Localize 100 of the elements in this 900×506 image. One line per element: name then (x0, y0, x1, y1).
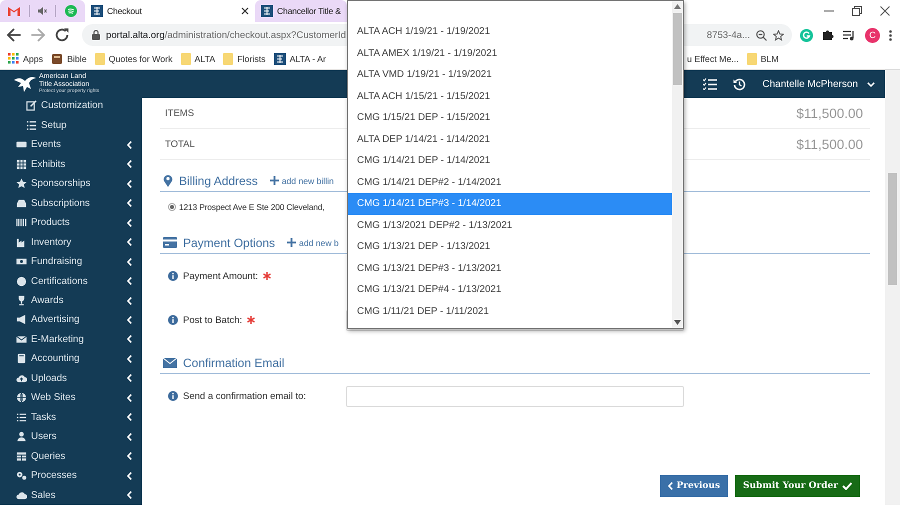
trophy-icon (16, 295, 27, 306)
sidebar-item[interactable]: Sponsorships (0, 174, 142, 194)
chevron-left-icon (127, 432, 132, 441)
user-icon (16, 431, 27, 442)
zoom-out-icon[interactable] (756, 30, 767, 40)
bookmark[interactable]: ALTA (180, 52, 216, 64)
field-label: Post to Batch: (183, 314, 242, 326)
bookmark[interactable]: Quotes for Work (94, 52, 173, 64)
back-arrow-icon[interactable] (6, 27, 22, 43)
mail-icon[interactable] (8, 6, 20, 16)
chevron-left-icon (127, 316, 132, 324)
bookmark[interactable]: BLM (746, 52, 779, 64)
scrollbar[interactable] (672, 1, 683, 328)
puzzle-icon[interactable] (822, 29, 834, 41)
list-icon (26, 120, 37, 131)
add-link[interactable]: add new billin (270, 176, 334, 186)
sidebar-item[interactable]: Accounting (0, 349, 142, 369)
history-icon[interactable] (733, 78, 746, 90)
map-pin-icon (163, 174, 173, 187)
tray-icon (16, 198, 27, 209)
dropdown-option[interactable]: ALTA ACH 1/19/21 - 1/19/2021 (348, 21, 672, 42)
dropdown-option[interactable]: CMG 1/13/21 DEP#3 - 1/13/2021 (348, 258, 672, 279)
scrollbar-thumb[interactable] (888, 173, 897, 285)
radio-button[interactable] (168, 203, 176, 211)
input-field[interactable] (346, 386, 684, 406)
dropdown-option[interactable]: CMG 1/11/21 DEP - 1/11/2021 (348, 300, 672, 322)
music-app-icon[interactable] (64, 5, 77, 17)
chevron-left-icon (127, 413, 132, 422)
dropdown-option[interactable]: CMG 1/14/21 DEP#2 - 1/14/2021 (348, 172, 672, 193)
user-menu[interactable]: Chantelle McPherson (762, 78, 875, 90)
sidebar-item[interactable]: Fundraising (0, 252, 142, 272)
bookmark[interactable]: Apps (8, 53, 44, 64)
order-amount: $11,500.00 (796, 106, 863, 120)
checklist-icon[interactable] (703, 78, 718, 90)
sidebar-item[interactable]: Queries (0, 446, 142, 466)
sidebar-item[interactable]: Setup (0, 115, 142, 135)
sidebar-item[interactable]: Certifications (0, 271, 142, 291)
browser-tab[interactable]: Chancellor Title & (255, 0, 347, 22)
folder-icon (180, 52, 191, 64)
sidebar-item[interactable]: Exhibits (0, 154, 142, 174)
address-text: 1213 Prospect Ave E Ste 200 Cleveland, (179, 202, 324, 212)
scrollbar-thumb[interactable] (673, 13, 682, 85)
scrollbar[interactable] (885, 70, 900, 505)
close-icon[interactable] (241, 7, 249, 15)
scroll-up-arrow-icon[interactable] (674, 4, 681, 9)
bookmark[interactable]: u Effect Me... (687, 54, 739, 64)
bookmark[interactable]: Bible (51, 52, 87, 64)
profile-avatar[interactable]: C (865, 28, 880, 42)
more-menu-icon[interactable] (889, 30, 892, 40)
plus-icon (287, 238, 296, 247)
order-amount: $11,500.00 (796, 136, 863, 152)
minimize-icon[interactable] (824, 10, 834, 12)
envelope-icon (16, 334, 27, 345)
speaker-icon[interactable] (38, 7, 47, 15)
sidebar-item[interactable]: Subscriptions (0, 193, 142, 213)
lock-icon (92, 30, 100, 40)
sidebar-item[interactable]: Processes (0, 466, 142, 486)
bookmark[interactable]: ALTA - Ar (274, 52, 326, 64)
order-label: TOTAL (165, 138, 195, 150)
dropdown-option[interactable]: ALTA DEP 1/14/21 - 1/14/2021 (348, 128, 672, 150)
restore-icon[interactable] (852, 6, 862, 16)
dropdown-option[interactable]: ALTA VMD 1/19/21 - 1/19/2021 (348, 64, 672, 86)
submit-button[interactable]: Submit Your Order (735, 475, 860, 497)
sidebar-item[interactable]: Sales (0, 486, 142, 506)
chevron-left-icon (668, 482, 673, 490)
chevron-left-icon (127, 180, 132, 188)
sidebar-item[interactable]: Web Sites (0, 388, 142, 408)
sidebar-item[interactable]: Advertising (0, 310, 142, 330)
chevron-left-icon (127, 277, 132, 286)
folder-icon (223, 52, 234, 64)
dropdown-option[interactable]: CMG 1/13/2021 DEP#2 - 1/13/2021 (348, 214, 672, 236)
sidebar-item[interactable]: Awards (0, 290, 142, 310)
dropdown-option[interactable]: ALTA ACH 1/15/21 - 1/15/2021 (348, 86, 672, 107)
sidebar-item[interactable]: Products (0, 212, 142, 232)
dropdown-option[interactable]: CMG 1/13/21 DEP#4 - 1/13/2021 (348, 279, 672, 300)
grid-icon (16, 158, 27, 170)
close-icon[interactable] (880, 6, 890, 16)
sidebar-item[interactable]: Tasks (0, 408, 142, 428)
sidebar-item[interactable]: Customization (0, 96, 142, 116)
add-link[interactable]: add new b (287, 238, 339, 248)
sidebar-item[interactable]: Events (0, 134, 142, 154)
previous-button[interactable]: Previous (660, 475, 728, 497)
dropdown-list[interactable] (347, 0, 684, 329)
reload-icon[interactable] (54, 27, 70, 43)
media-queue-icon[interactable] (843, 30, 856, 40)
info-icon (168, 271, 178, 281)
sidebar-item[interactable]: Uploads (0, 368, 142, 388)
sidebar-item[interactable]: Users (0, 427, 142, 447)
dropdown-option[interactable]: CMG 1/13/21 DEP - 1/13/2021 (348, 236, 672, 258)
scroll-down-arrow-icon[interactable] (674, 320, 681, 325)
dropdown-option[interactable]: ALTA AMEX 1/19/21 - 1/19/2021 (348, 42, 672, 64)
bookmark[interactable]: Florists (223, 52, 266, 64)
sidebar-item[interactable]: E-Marketing (0, 330, 142, 350)
sidebar-item[interactable]: Inventory (0, 232, 142, 252)
bars-icon (16, 217, 27, 228)
order-label: ITEMS (165, 108, 194, 118)
dropdown-option[interactable]: CMG 1/14/21 DEP - 1/14/2021 (348, 150, 672, 172)
dropdown-option[interactable]: CMG 1/15/21 DEP - 1/15/2021 (348, 107, 672, 128)
chevron-left-icon (127, 374, 132, 382)
star-outline-icon[interactable] (773, 30, 784, 40)
